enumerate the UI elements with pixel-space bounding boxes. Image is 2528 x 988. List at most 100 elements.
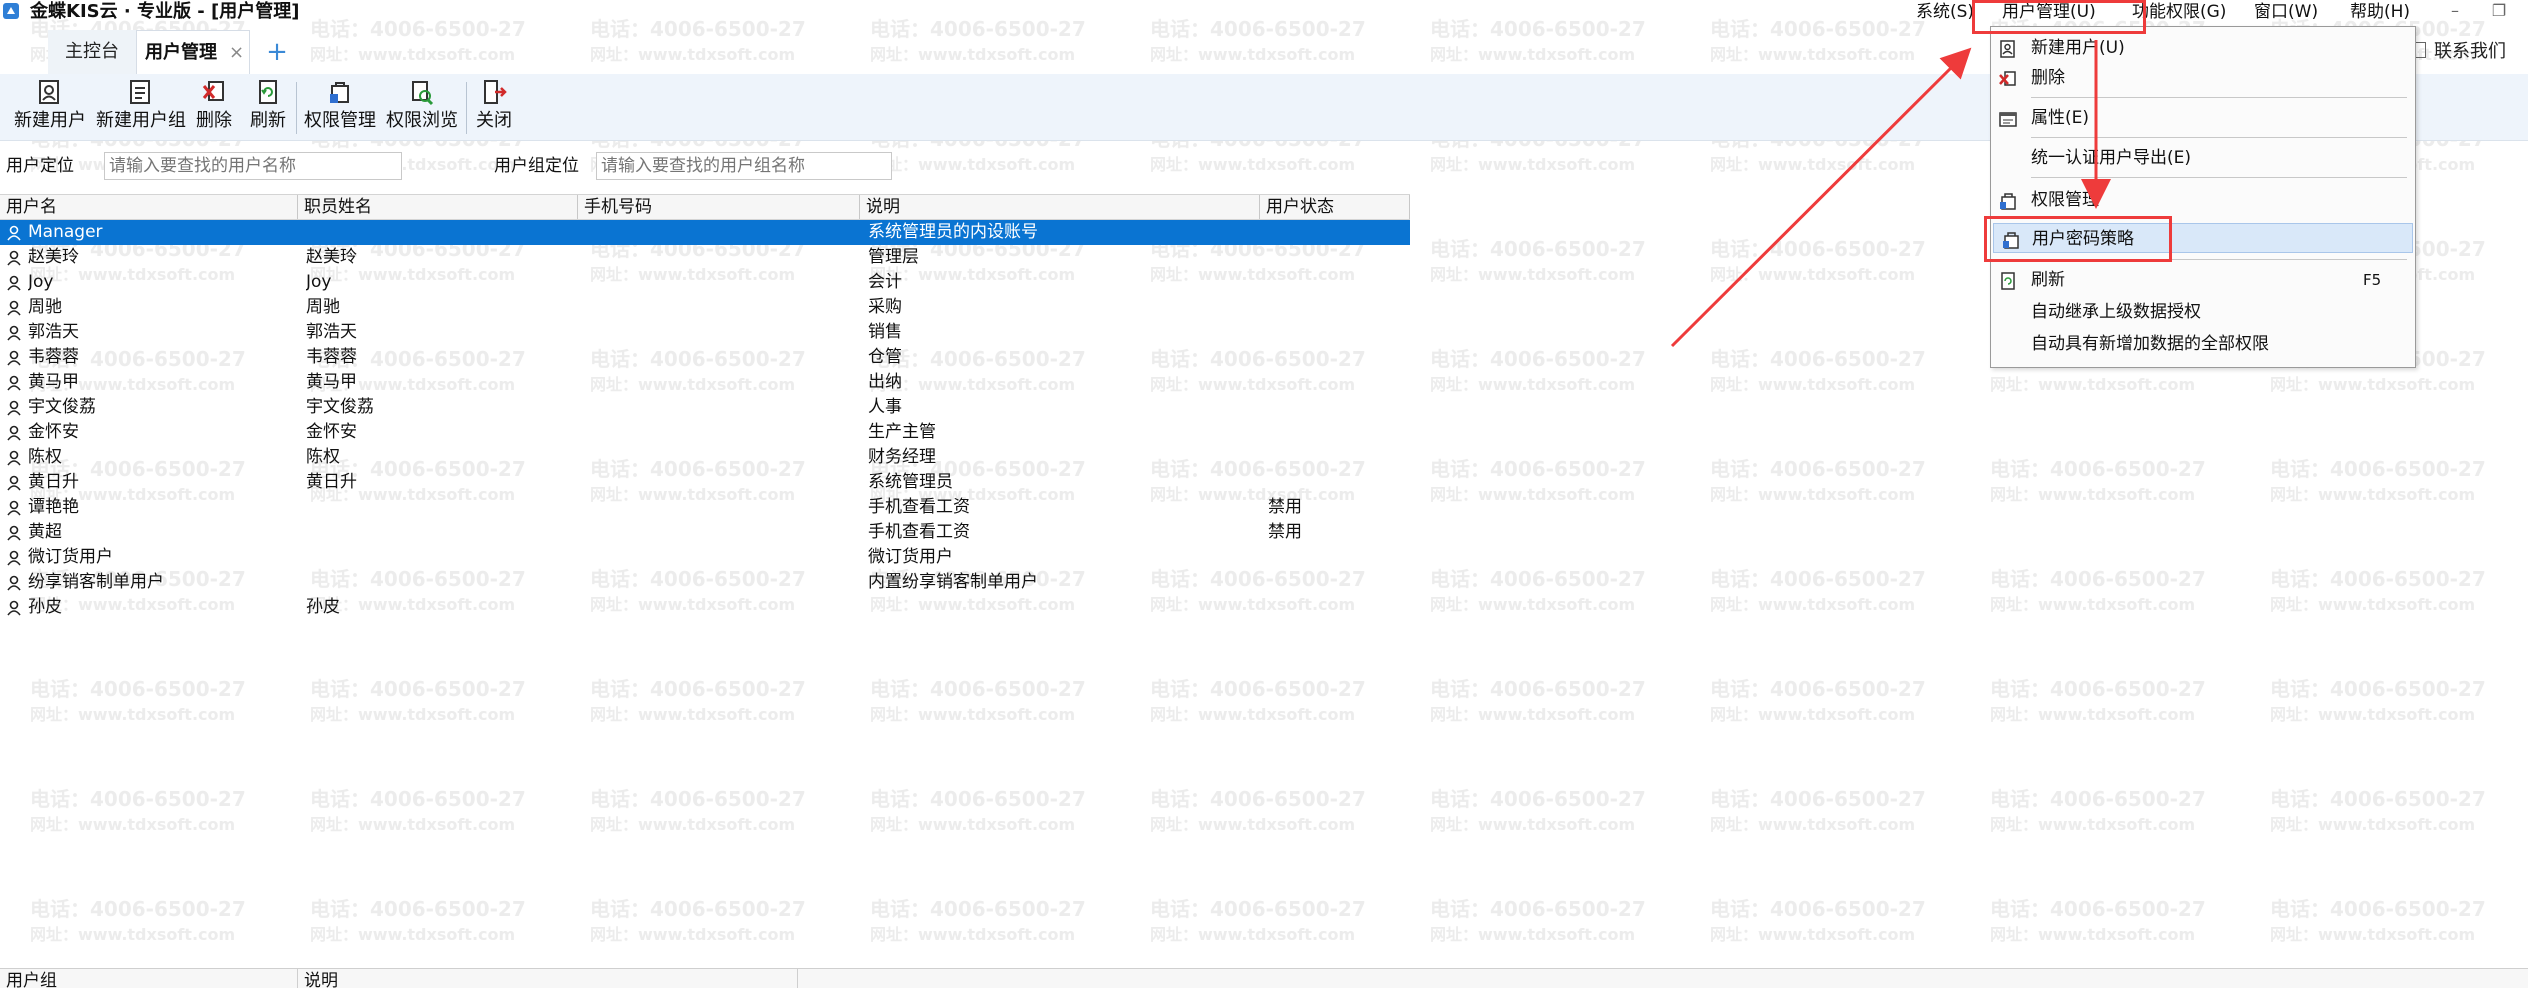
table-row[interactable]: 黄马甲 黄马甲 出纳 [0, 370, 1410, 395]
permission-management-button[interactable]: 权限管理 [302, 78, 378, 138]
cell-name: 陈权 [28, 447, 62, 467]
cell-desc: 人事 [868, 397, 902, 417]
watermark-site: 网址：www.tdxsoft.com [870, 925, 1076, 944]
table-row[interactable]: 赵美玲 赵美玲 管理层 [0, 245, 1410, 270]
watermark-phone: 电话：4006-6500-27 [590, 677, 806, 701]
watermark-site: 网址：www.tdxsoft.com [310, 815, 516, 834]
refresh-button[interactable]: 刷新 [248, 78, 288, 138]
delete-button[interactable]: 删除 [194, 78, 234, 138]
table-row[interactable]: 谭艳艳 手机查看工资 禁用 [0, 495, 1410, 520]
delete-icon [202, 81, 224, 101]
watermark-text: 电话：4006-6500-27 网址：www.tdxsoft.com [310, 786, 670, 838]
minimize-button[interactable]: – [2440, 0, 2470, 24]
permission-icon [330, 82, 349, 103]
column-status[interactable]: 用户状态 [1260, 195, 1410, 219]
cell-name: 郭浩天 [28, 322, 79, 342]
column-description[interactable]: 说明 [860, 195, 1260, 219]
cell-staff [306, 220, 576, 245]
table-row[interactable]: 黄日升 黄日升 系统管理员 [0, 470, 1410, 495]
table-row[interactable]: 金怀安 金怀安 生产主管 [0, 420, 1410, 445]
menu-item-refresh[interactable]: 刷新 F5 [1991, 265, 2415, 295]
menu-item-export-unified-users[interactable]: 统一认证用户导出(E) [1991, 143, 2415, 173]
new-group-button[interactable]: 新建用户组 [94, 78, 188, 138]
watermark-phone: 电话：4006-6500-27 [1990, 567, 2206, 591]
column-phone[interactable]: 手机号码 [578, 195, 860, 219]
cell-name: 纷享销客制单用户 [28, 572, 164, 592]
column-group-description[interactable]: 说明 [298, 969, 798, 988]
menu-item-permission-management[interactable]: 权限管理 [1991, 185, 2415, 215]
watermark-text: 电话：4006-6500-27 网址：www.tdxsoft.com [1710, 676, 2070, 728]
tab-main-console[interactable]: 主控台 [48, 30, 136, 74]
menu-system[interactable]: 系统(S) [1916, 0, 1974, 24]
watermark-site: 网址：www.tdxsoft.com [1710, 595, 1916, 614]
table-row[interactable]: Joy Joy 会计 [0, 270, 1410, 295]
permission-browse-button[interactable]: 权限浏览 [384, 78, 460, 138]
watermark-site: 网址：www.tdxsoft.com [30, 925, 236, 944]
menu-help[interactable]: 帮助(H) [2350, 0, 2410, 24]
user-icon [7, 250, 21, 266]
menu-item-delete[interactable]: 删除 [1991, 63, 2415, 93]
watermark-site: 网址：www.tdxsoft.com [1430, 375, 1636, 394]
column-staff-name[interactable]: 职员姓名 [298, 195, 578, 219]
menu-item-auto-all-permissions[interactable]: 自动具有新增加数据的全部权限 [1991, 329, 2415, 359]
tab-user-management[interactable]: 用户管理 × [136, 30, 250, 74]
watermark-text: 电话：4006-6500-27 网址：www.tdxsoft.com [1430, 566, 1790, 618]
new-user-button[interactable]: 新建用户 [12, 78, 88, 138]
cell-phone [586, 270, 858, 295]
table-row[interactable]: 孙皮 孙皮 [0, 595, 1410, 620]
watermark-phone: 电话：4006-6500-27 [2270, 457, 2486, 481]
watermark-site: 网址：www.tdxsoft.com [2270, 485, 2476, 504]
watermark-text: 电话：4006-6500-27 网址：www.tdxsoft.com [310, 676, 670, 728]
column-username[interactable]: 用户名 [0, 195, 298, 219]
watermark-text: 电话：4006-6500-27 网址：www.tdxsoft.com [1710, 786, 2070, 838]
menu-function-permission[interactable]: 功能权限(G) [2132, 0, 2226, 24]
user-search-input[interactable] [104, 152, 402, 180]
cell-status [1268, 320, 1408, 345]
group-search-input[interactable] [596, 152, 892, 180]
watermark-site: 网址：www.tdxsoft.com [1990, 705, 2196, 724]
watermark-text: 电话：4006-6500-27 网址：www.tdxsoft.com [870, 896, 1230, 948]
user-icon [7, 525, 21, 541]
watermark-site: 网址：www.tdxsoft.com [1990, 925, 2196, 944]
watermark-phone: 电话：4006-6500-27 [590, 787, 806, 811]
watermark-site: 网址：www.tdxsoft.com [1430, 265, 1636, 284]
title-bar: 金蝶KIS云 · 专业版 - [用户管理] 系统(S) 用户管理(U) 功能权限… [0, 0, 2528, 24]
watermark-site: 网址：www.tdxsoft.com [1710, 375, 1916, 394]
table-row[interactable]: 宇文俊荔 宇文俊荔 人事 [0, 395, 1410, 420]
table-row[interactable]: Manager 系统管理员的内设账号 [0, 220, 1410, 245]
table-row[interactable]: 陈权 陈权 财务经理 [0, 445, 1410, 470]
refresh-icon [259, 80, 277, 104]
watermark-phone: 电话：4006-6500-27 [1710, 677, 1926, 701]
watermark-site: 网址：www.tdxsoft.com [2270, 925, 2476, 944]
cell-status: 禁用 [1268, 497, 1302, 517]
contact-us-link[interactable]: 联系我们 [2410, 36, 2506, 68]
user-icon [7, 225, 21, 241]
user-icon [7, 400, 21, 416]
cell-desc: 管理层 [868, 247, 919, 267]
close-tab-icon[interactable]: × [229, 31, 244, 75]
watermark-phone: 电话：4006-6500-27 [870, 787, 1086, 811]
close-button[interactable]: 关闭 [474, 78, 514, 138]
table-row[interactable]: 纷享销客制单用户 内置纷享销客制单用户 [0, 570, 1410, 595]
cell-desc: 微订货用户 [868, 547, 953, 567]
table-row[interactable]: 黄超 手机查看工资 禁用 [0, 520, 1410, 545]
restore-button[interactable]: ❐ [2484, 0, 2514, 24]
menu-item-auto-inherit[interactable]: 自动继承上级数据授权 [1991, 297, 2415, 327]
table-row[interactable]: 周驰 周驰 采购 [0, 295, 1410, 320]
menu-item-new-user[interactable]: 新建用户(U) [1991, 33, 2415, 63]
watermark-phone: 电话：4006-6500-27 [1430, 237, 1646, 261]
column-user-group[interactable]: 用户组 [0, 969, 298, 988]
watermark-phone: 电话：4006-6500-27 [1430, 787, 1646, 811]
cell-name: 周驰 [28, 297, 62, 317]
cell-status [1268, 395, 1408, 420]
cell-name: Joy [28, 272, 54, 292]
table-row[interactable]: 郭浩天 郭浩天 销售 [0, 320, 1410, 345]
permission-browse-label: 权限浏览 [386, 110, 458, 131]
cell-desc: 手机查看工资 [868, 522, 970, 542]
table-row[interactable]: 微订货用户 微订货用户 [0, 545, 1410, 570]
cell-name: 谭艳艳 [28, 497, 79, 517]
table-row[interactable]: 韦蓉蓉 韦蓉蓉 仓管 [0, 345, 1410, 370]
add-tab-icon[interactable]: + [262, 30, 292, 74]
menu-item-properties[interactable]: 属性(E) [1991, 103, 2415, 133]
menu-window[interactable]: 窗口(W) [2254, 0, 2318, 24]
